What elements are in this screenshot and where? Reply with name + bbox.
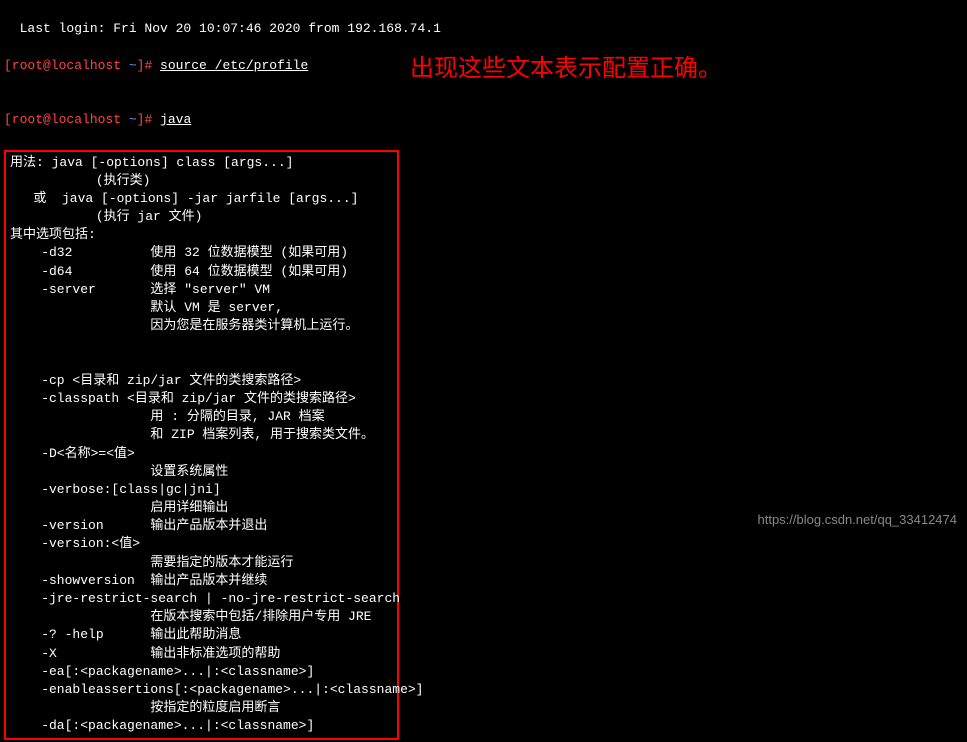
java-help-output-box: 用法: java [-options] class [args...] (执行类…: [4, 150, 399, 740]
java-output-line: -version:<值>: [10, 535, 393, 553]
java-output-line: 启用详细输出: [10, 499, 393, 517]
prompt-tilde: ~: [129, 58, 137, 73]
java-output-line: 按指定的粒度启用断言: [10, 699, 393, 717]
java-output-line: -classpath <目录和 zip/jar 文件的类搜索路径>: [10, 390, 393, 408]
java-output-line: 需要指定的版本才能运行: [10, 554, 393, 572]
command-java: java: [160, 112, 191, 127]
java-output-line: -ea[:<packagename>...|:<classname>]: [10, 663, 393, 681]
prompt-user-host: [root@localhost: [4, 58, 129, 73]
java-output-line: -? -help 输出此帮助消息: [10, 626, 393, 644]
java-output-line: -verbose:[class|gc|jni]: [10, 481, 393, 499]
java-output-line: -X 输出非标准选项的帮助: [10, 645, 393, 663]
java-output-line: -showversion 输出产品版本并继续: [10, 572, 393, 590]
java-output-line: [10, 354, 393, 372]
prompt-suffix: ]#: [137, 58, 160, 73]
prompt-user-host: [root@localhost: [4, 112, 129, 127]
java-output-line: 和 ZIP 档案列表, 用于搜索类文件。: [10, 426, 393, 444]
java-output-line: -cp <目录和 zip/jar 文件的类搜索路径>: [10, 372, 393, 390]
java-output-line: -da[:<packagename>...|:<classname>]: [10, 717, 393, 735]
java-output-line: -d64 使用 64 位数据模型 (如果可用): [10, 263, 393, 281]
terminal-window[interactable]: Last login: Fri Nov 20 10:07:46 2020 fro…: [0, 0, 967, 742]
java-output-line: -version 输出产品版本并退出: [10, 517, 393, 535]
java-output-line: 默认 VM 是 server,: [10, 299, 393, 317]
java-output-line: [10, 335, 393, 353]
annotation-text: 出现这些文本表示配置正确。: [410, 52, 722, 86]
prompt-suffix: ]#: [137, 112, 160, 127]
login-info-line: Last login: Fri Nov 20 10:07:46 2020 fro…: [20, 21, 441, 36]
java-output-line: -D<名称>=<值>: [10, 445, 393, 463]
command-source: source /etc/profile: [160, 58, 308, 73]
java-output-line: (执行 jar 文件): [10, 208, 393, 226]
java-output-line: 在版本搜索中包括/排除用户专用 JRE: [10, 608, 393, 626]
java-output-line: -jre-restrict-search | -no-jre-restrict-…: [10, 590, 393, 608]
java-output-line: (执行类): [10, 172, 393, 190]
prompt-line-2: [root@localhost ~]# java: [4, 111, 963, 129]
java-output-line: -enableassertions[:<packagename>...|:<cl…: [10, 681, 393, 699]
prompt-tilde: ~: [129, 112, 137, 127]
java-output-line: -d32 使用 32 位数据模型 (如果可用): [10, 244, 393, 262]
java-output-line: -server 选择 "server" VM: [10, 281, 393, 299]
java-output-line: 设置系统属性: [10, 463, 393, 481]
java-output-line: 用 : 分隔的目录, JAR 档案: [10, 408, 393, 426]
java-output-line: 用法: java [-options] class [args...]: [10, 154, 393, 172]
java-output-line: 其中选项包括:: [10, 226, 393, 244]
java-output-line: 因为您是在服务器类计算机上运行。: [10, 317, 393, 335]
watermark-text: https://blog.csdn.net/qq_33412474: [758, 511, 958, 529]
java-output-line: 或 java [-options] -jar jarfile [args...]: [10, 190, 393, 208]
